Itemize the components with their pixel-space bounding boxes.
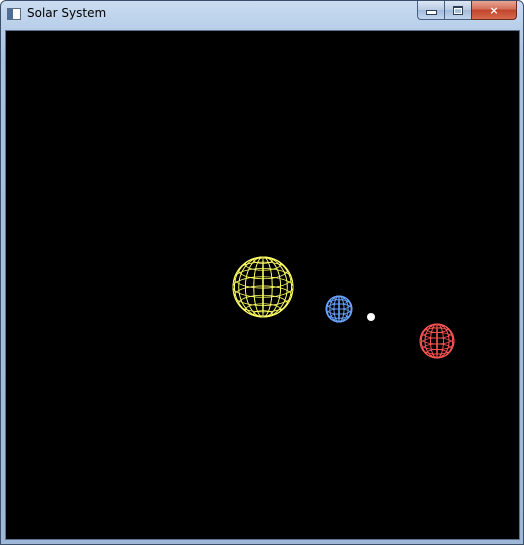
blue-planet-wireframe-sphere xyxy=(325,295,353,323)
caption-buttons: × xyxy=(417,1,517,20)
app-window: Solar System × xyxy=(0,0,524,545)
minimize-icon xyxy=(425,10,437,15)
white-moon xyxy=(367,313,375,321)
window-title: Solar System xyxy=(27,6,107,20)
close-icon: × xyxy=(489,3,499,17)
app-window-icon[interactable] xyxy=(7,8,21,20)
close-button[interactable]: × xyxy=(471,1,517,20)
solar-system-scene xyxy=(232,256,455,359)
title-bar[interactable]: Solar System × xyxy=(1,1,523,29)
red-planet-wireframe-sphere xyxy=(419,323,455,359)
minimize-button[interactable] xyxy=(417,1,444,20)
maximize-icon xyxy=(453,5,463,15)
maximize-button[interactable] xyxy=(444,1,471,20)
render-canvas[interactable] xyxy=(5,30,520,540)
sun-wireframe-sphere xyxy=(232,256,294,318)
